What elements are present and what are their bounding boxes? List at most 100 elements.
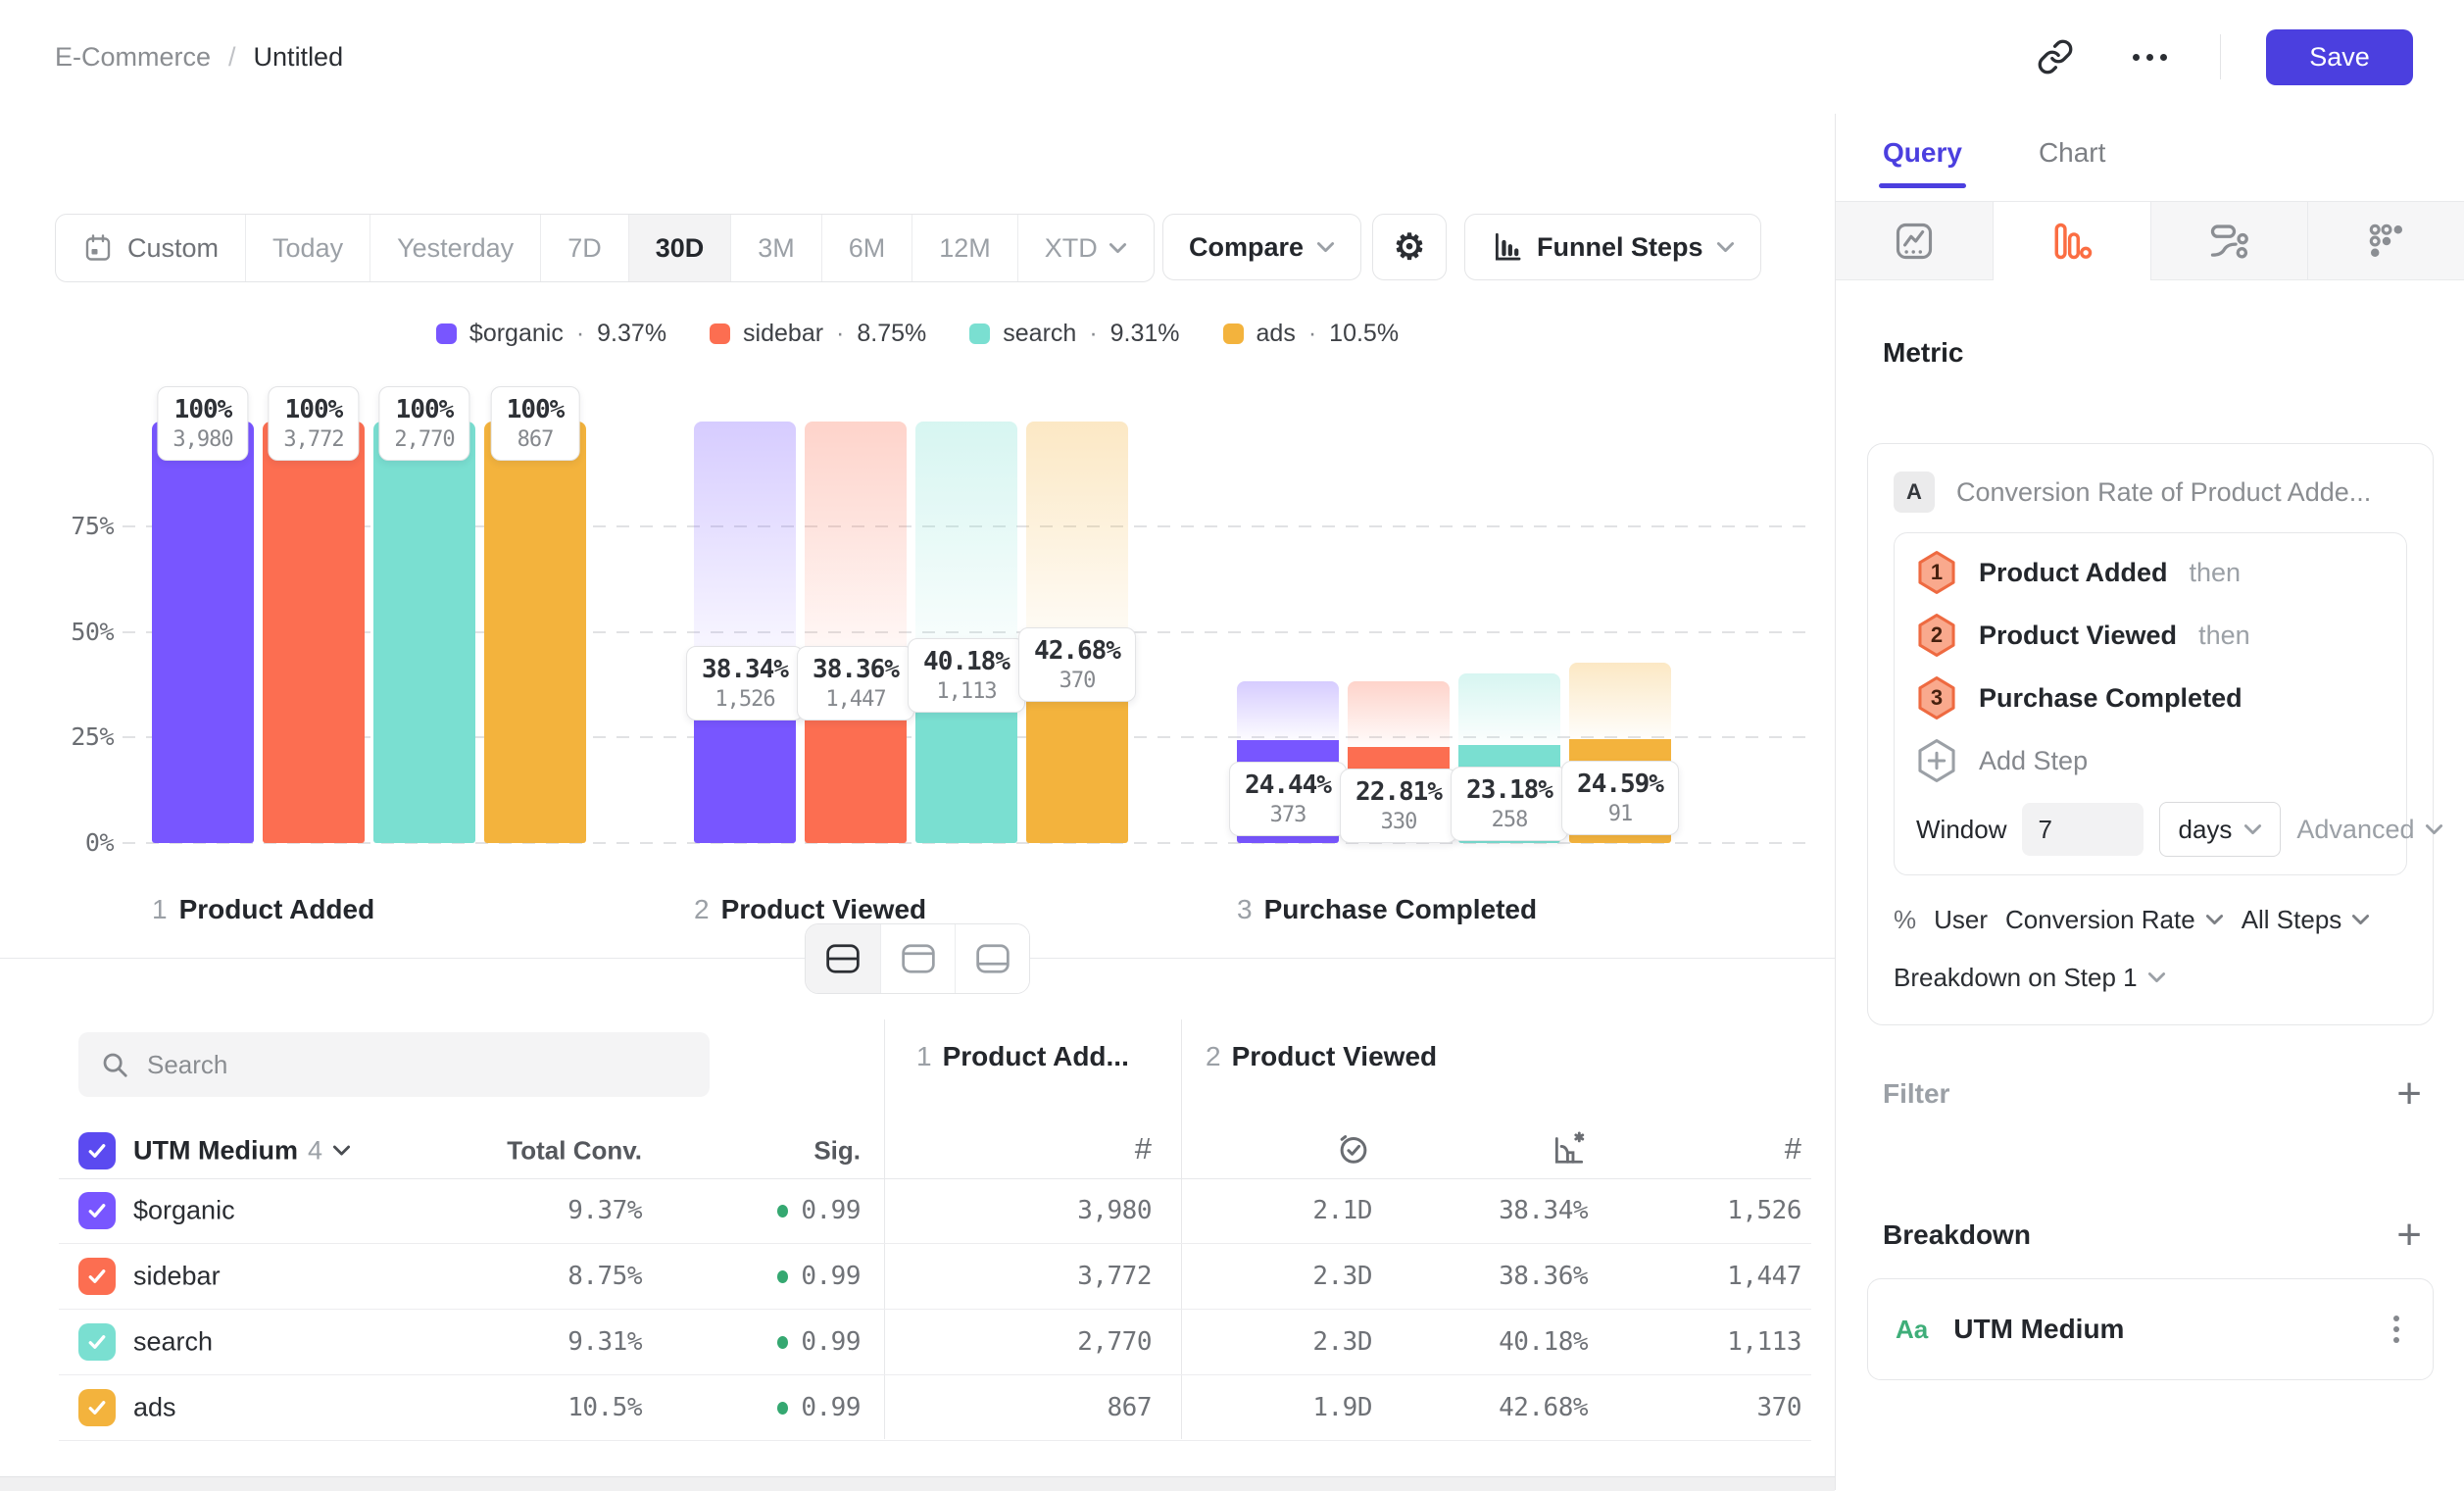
range-today[interactable]: Today	[245, 215, 370, 281]
funnel-bar[interactable]	[152, 422, 254, 843]
layout-split-button[interactable]	[806, 924, 880, 993]
legend-item-search[interactable]: search·9.31%	[969, 320, 1179, 348]
kebab-menu-icon[interactable]	[2388, 1310, 2405, 1349]
report-title[interactable]: Untitled	[254, 42, 344, 73]
range-custom[interactable]: Custom	[56, 215, 245, 281]
table-row[interactable]: sidebar8.75%0.993,7722.3D38.36%1,447	[59, 1244, 1811, 1310]
range-3m[interactable]: 3M	[730, 215, 821, 281]
funnel-step-1[interactable]: 1 Product Added then	[1916, 541, 2385, 604]
calendar-icon	[82, 232, 114, 264]
gear-icon: ⚙	[1394, 229, 1425, 265]
report-tab-retention[interactable]	[2308, 202, 2464, 280]
funnel-chart: 75% 50% 25% 0% 100%3,980100%3,772100%2,7…	[0, 373, 1835, 843]
settings-button[interactable]: ⚙	[1372, 214, 1447, 280]
report-tab-insights[interactable]	[1836, 202, 1994, 280]
measure-scope-select[interactable]: All Steps	[2242, 905, 2371, 935]
row-significance: 0.99	[666, 1262, 861, 1291]
window-unit-select[interactable]: days	[2159, 802, 2281, 857]
table-row[interactable]: $organic9.37%0.993,9802.1D38.34%1,526	[59, 1178, 1811, 1244]
row-conv-rate: 38.36%	[1382, 1262, 1588, 1291]
row-step1-uniques: 2,770	[931, 1327, 1152, 1357]
legend-item-organic[interactable]: $organic·9.37%	[436, 320, 666, 348]
funnel-step-2[interactable]: 2 Product Viewed then	[1916, 604, 2385, 667]
breadcrumb-board[interactable]: E-Commerce	[55, 42, 211, 73]
conversion-window-row: Window days Advanced	[1916, 798, 2385, 861]
measure-entity[interactable]: User	[1934, 905, 1988, 935]
row-checkbox[interactable]	[78, 1389, 116, 1426]
share-link-button[interactable]	[2031, 32, 2080, 81]
range-12m[interactable]: 12M	[912, 215, 1017, 281]
significance-dot	[777, 1402, 788, 1415]
window-value-input[interactable]	[2022, 803, 2144, 856]
axis-step-2: 2Product Viewed	[694, 894, 926, 925]
legend-item-ads[interactable]: ads·10.5%	[1223, 320, 1400, 348]
metric-heading: Metric	[1883, 337, 1963, 369]
compare-button[interactable]: Compare	[1162, 214, 1361, 280]
bar-value-label: 24.59%91	[1561, 761, 1679, 835]
date-range-control: Custom Today Yesterday 7D 30D 3M 6M 12M …	[55, 214, 1155, 282]
row-checkbox[interactable]	[78, 1258, 116, 1295]
table-row[interactable]: ads10.5%0.998671.9D42.68%370	[59, 1375, 1811, 1441]
filter-heading: Filter	[1883, 1078, 1949, 1110]
row-significance: 0.99	[666, 1196, 861, 1225]
more-menu-button[interactable]	[2125, 40, 2175, 75]
funnel-bar[interactable]	[373, 422, 475, 843]
funnel-bar[interactable]	[484, 422, 586, 843]
add-breakdown-button[interactable]: +	[2396, 1214, 2422, 1257]
row-step1-uniques: 867	[931, 1393, 1152, 1422]
table-row[interactable]: search9.31%0.992,7702.3D40.18%1,113	[59, 1310, 1811, 1375]
range-6m[interactable]: 6M	[821, 215, 912, 281]
measure-metric-select[interactable]: Conversion Rate	[2005, 905, 2224, 935]
breakdown-column-header[interactable]: UTM Medium 4	[133, 1135, 351, 1166]
funnel-step-3[interactable]: 3 Purchase Completed	[1916, 667, 2385, 729]
add-step-button[interactable]: Add Step	[1916, 729, 2385, 792]
row-step2-uniques: 1,526	[1598, 1196, 1801, 1225]
insights-icon	[1893, 220, 1936, 263]
legend-swatch	[710, 323, 730, 344]
check-icon	[85, 1265, 109, 1288]
breakdown-item[interactable]: Aa UTM Medium	[1867, 1278, 2434, 1380]
breakdown-on-step-select[interactable]: Breakdown on Step 1	[1894, 963, 2407, 993]
bar-value-label: 23.18%258	[1451, 767, 1568, 841]
funnel-bar[interactable]	[263, 422, 365, 843]
sig-column-header[interactable]: Sig.	[666, 1135, 861, 1166]
filter-section: Filter +	[1883, 1072, 2422, 1116]
total-conv-column-header[interactable]: Total Conv.	[470, 1135, 642, 1166]
add-filter-button[interactable]: +	[2396, 1072, 2422, 1116]
row-conv-rate: 42.68%	[1382, 1393, 1588, 1422]
bar-value-label: 40.18%1,113	[908, 638, 1025, 713]
tab-chart[interactable]: Chart	[2039, 137, 2105, 188]
panel-tabs: Query Chart	[1883, 137, 2105, 188]
select-all-checkbox[interactable]	[78, 1132, 116, 1169]
report-tab-flows[interactable]	[2151, 202, 2309, 280]
row-total-conv: 10.5%	[470, 1393, 642, 1422]
save-button[interactable]: Save	[2266, 29, 2413, 85]
range-30d[interactable]: 30D	[628, 215, 731, 281]
metric-title[interactable]: Conversion Rate of Product Adde...	[1956, 477, 2371, 508]
percent-icon: %	[1894, 905, 1916, 935]
legend-swatch	[969, 323, 990, 344]
row-avg-time: 1.9D	[1161, 1393, 1372, 1422]
range-yesterday[interactable]: Yesterday	[370, 215, 540, 281]
search-input[interactable]	[145, 1049, 688, 1081]
row-checkbox[interactable]	[78, 1323, 116, 1361]
funnel-plot: 100%3,980100%3,772100%2,770100%86738.34%…	[127, 373, 1794, 843]
row-checkbox[interactable]	[78, 1192, 116, 1229]
funnel-bar-remainder	[1237, 681, 1339, 740]
legend-swatch	[436, 323, 457, 344]
range-7d[interactable]: 7D	[540, 215, 628, 281]
chart-type-selector[interactable]: Funnel Steps	[1464, 214, 1761, 280]
row-label: ads	[133, 1393, 176, 1423]
check-icon	[85, 1330, 109, 1354]
step-number-badge: 3	[1916, 675, 1957, 721]
advanced-toggle[interactable]: Advanced	[2296, 815, 2442, 845]
report-tab-funnels[interactable]	[1994, 202, 2151, 280]
layout-chart-only-button[interactable]	[880, 924, 955, 993]
row-total-conv: 9.37%	[470, 1196, 642, 1225]
layout-table-only-button[interactable]	[955, 924, 1029, 993]
row-conv-rate: 38.34%	[1382, 1196, 1588, 1225]
range-xtd[interactable]: XTD	[1017, 215, 1154, 281]
tab-query[interactable]: Query	[1883, 137, 1962, 188]
legend-item-sidebar[interactable]: sidebar·8.75%	[710, 320, 926, 348]
chevron-down-icon	[1109, 242, 1127, 255]
